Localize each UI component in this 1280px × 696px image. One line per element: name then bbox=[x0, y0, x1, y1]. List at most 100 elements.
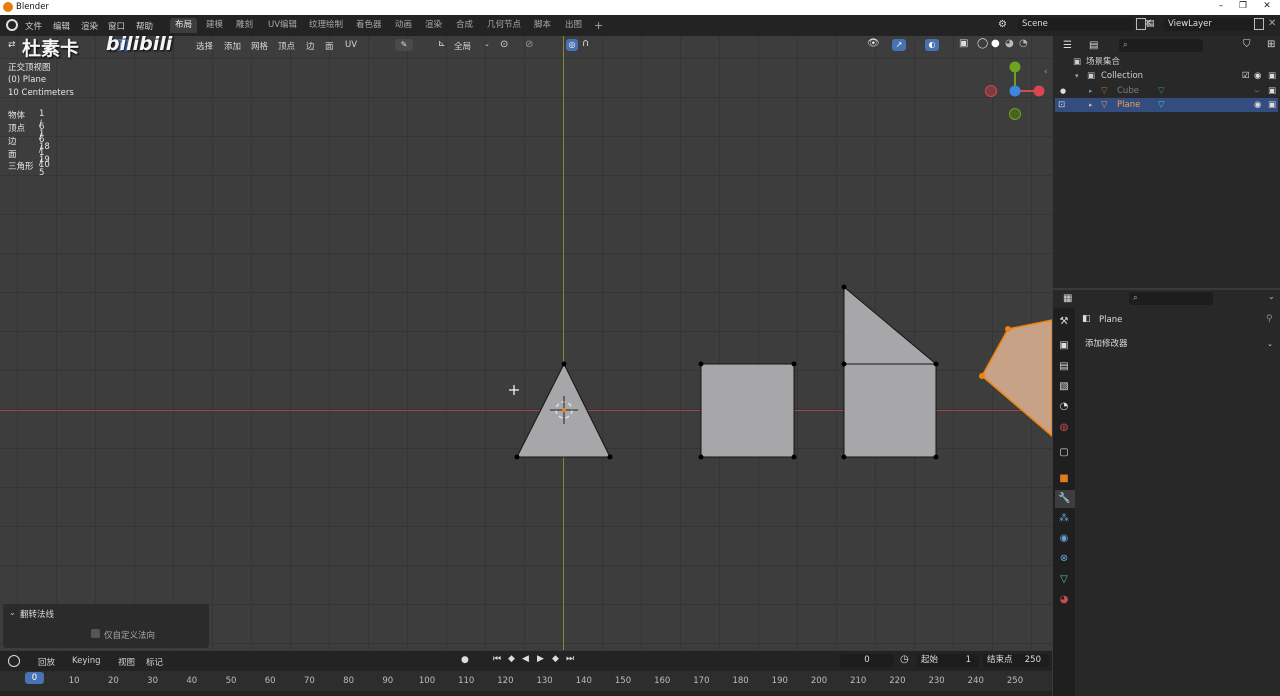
custom-normals-checkbox[interactable] bbox=[91, 629, 100, 638]
view-layer-new-icon[interactable] bbox=[1254, 18, 1264, 30]
prev-keyframe-icon[interactable]: ◆ bbox=[508, 654, 515, 664]
wireframe-shading-icon[interactable]: ◯ bbox=[977, 38, 988, 49]
tab-modeling[interactable]: 建模 bbox=[201, 18, 228, 33]
proportional-editing-icon[interactable]: ◎ bbox=[566, 39, 578, 51]
output-tab-icon[interactable]: ▤ bbox=[1058, 361, 1070, 373]
start-frame-field[interactable]: 起始 1 bbox=[917, 654, 979, 667]
menu-select[interactable]: 选择 bbox=[196, 40, 213, 52]
eye-closed-icon[interactable]: ⌣ bbox=[1254, 84, 1260, 98]
blender-menu-icon[interactable] bbox=[6, 19, 18, 31]
chevron-down-icon[interactable]: ⌄ bbox=[9, 608, 16, 617]
transform-orientation-icon[interactable]: ⊾ bbox=[438, 39, 446, 49]
camera-icon[interactable]: ▣ bbox=[1268, 98, 1276, 112]
pivot-point-icon[interactable]: ⊙ bbox=[500, 39, 508, 50]
gizmo-toggle-icon[interactable]: ↗ bbox=[892, 39, 906, 51]
scene-tab-icon[interactable]: ◔ bbox=[1058, 401, 1070, 413]
display-mode-icon[interactable]: ▤ bbox=[1089, 40, 1098, 51]
menu-playback[interactable]: 回放 bbox=[38, 656, 55, 668]
data-tab-icon[interactable]: ▽ bbox=[1058, 574, 1070, 586]
outliner-row-plane[interactable]: ⊡ ▸ ▽ Plane ▽ ◉ ▣ bbox=[1055, 98, 1278, 112]
play-reverse-icon[interactable]: ◀ bbox=[522, 654, 529, 664]
mode-selector-icon[interactable]: ⇄ bbox=[8, 40, 16, 50]
eye-icon[interactable]: ◉ bbox=[1254, 98, 1261, 112]
sidebar-toggle-icon[interactable]: ‹ bbox=[1044, 67, 1048, 77]
properties-search-input[interactable]: ⌕ bbox=[1129, 292, 1213, 305]
menu-vertex[interactable]: 顶点 bbox=[278, 40, 295, 52]
tab-rendering[interactable]: 渲染 bbox=[420, 18, 447, 33]
physics-tab-icon[interactable]: ◉ bbox=[1058, 533, 1070, 545]
object-tab-icon[interactable]: ■ bbox=[1058, 473, 1070, 485]
operator-redo-panel[interactable]: ⌄ 翻转法线 仅自定义法向 bbox=[3, 604, 209, 648]
menu-edge[interactable]: 边 bbox=[306, 40, 315, 52]
view-layer-tab-icon[interactable]: ▧ bbox=[1058, 381, 1070, 393]
camera-icon[interactable]: ▣ bbox=[1268, 84, 1276, 98]
viewport-canvas[interactable] bbox=[0, 36, 1052, 650]
menu-window[interactable]: 窗口 bbox=[108, 20, 125, 32]
eye-icon[interactable]: ◉ bbox=[1254, 69, 1261, 83]
clock-icon[interactable]: ◷ bbox=[900, 654, 909, 665]
chevron-down-icon[interactable]: ⌄ bbox=[484, 40, 490, 48]
camera-icon[interactable]: ▣ bbox=[1268, 69, 1276, 83]
material-tab-icon[interactable]: ◕ bbox=[1058, 594, 1070, 606]
snap-icon[interactable]: ⊘ bbox=[525, 39, 533, 50]
add-workspace-button[interactable]: + bbox=[589, 18, 608, 33]
render-tab-icon[interactable]: ▣ bbox=[1058, 340, 1070, 352]
chevron-down-icon[interactable]: ⌄ bbox=[1268, 292, 1275, 301]
jump-start-icon[interactable]: ⏮ bbox=[493, 654, 501, 664]
properties-editor-icon[interactable]: ▦ bbox=[1063, 293, 1072, 304]
menu-uv[interactable]: UV bbox=[345, 40, 357, 50]
menu-marker[interactable]: 标记 bbox=[146, 656, 163, 668]
view-layer-field[interactable]: ViewLayer bbox=[1164, 18, 1254, 31]
transform-orientation-dropdown[interactable]: 全局 bbox=[454, 40, 471, 52]
view-layer-icon[interactable]: ▤ bbox=[1146, 19, 1160, 31]
pin-icon[interactable]: ⚲ bbox=[1266, 314, 1273, 324]
scene-icon[interactable]: ⚙ bbox=[998, 19, 1016, 31]
menu-face[interactable]: 面 bbox=[325, 40, 334, 52]
tab-shading[interactable]: 着色器 bbox=[351, 18, 387, 33]
maximize-icon[interactable]: ❐ bbox=[1232, 1, 1254, 13]
tab-compositing[interactable]: 合成 bbox=[451, 18, 478, 33]
timeline[interactable]: 回放 Keying 视图 标记 ● ⏮ ◆ ◀ ▶ ◆ ⏭ 0 ◷ 起始 1 结束… bbox=[0, 651, 1052, 696]
world-tab-icon[interactable]: ◍ bbox=[1058, 422, 1070, 434]
eyedropper-icon[interactable]: ✎ bbox=[395, 39, 413, 51]
outliner-editor-icon[interactable]: ☰ bbox=[1063, 40, 1072, 51]
solid-shading-icon[interactable]: ● bbox=[991, 38, 1000, 49]
checkbox-icon[interactable]: ☑ bbox=[1242, 69, 1250, 83]
menu-view[interactable]: 视图 bbox=[118, 656, 135, 668]
editor-type-icon[interactable] bbox=[8, 655, 20, 667]
constraints-tab-icon[interactable]: ⊗ bbox=[1058, 553, 1070, 565]
tool-tab-icon[interactable]: ⚒ bbox=[1058, 316, 1070, 328]
menu-mesh[interactable]: 网格 bbox=[251, 40, 268, 52]
menu-help[interactable]: 帮助 bbox=[136, 20, 153, 32]
tab-sculpt[interactable]: 雕刻 bbox=[231, 18, 258, 33]
close-icon[interactable]: ✕ bbox=[1256, 1, 1278, 13]
outliner-row-scene-collection[interactable]: ▣ 场景集合 bbox=[1055, 55, 1278, 69]
scene-field[interactable]: Scene bbox=[1018, 18, 1134, 31]
outliner-search-input[interactable]: ⌕ bbox=[1119, 39, 1203, 52]
menu-keying[interactable]: Keying bbox=[72, 656, 101, 666]
jump-end-icon[interactable]: ⏭ bbox=[566, 654, 574, 664]
tab-texture-paint[interactable]: 纹理绘制 bbox=[304, 18, 348, 33]
current-frame-field[interactable]: 0 bbox=[840, 654, 894, 667]
menu-edit[interactable]: 编辑 bbox=[53, 20, 70, 32]
tab-geometry-nodes[interactable]: 几何节点 bbox=[482, 18, 526, 33]
end-frame-field[interactable]: 结束点 250 bbox=[983, 654, 1049, 667]
3d-viewport[interactable] bbox=[0, 36, 1052, 650]
overlay-toggle-icon[interactable]: ◐ bbox=[925, 39, 939, 51]
menu-file[interactable]: 文件 bbox=[25, 20, 42, 32]
minimize-icon[interactable]: – bbox=[1210, 1, 1232, 13]
tab-animation[interactable]: 动画 bbox=[390, 18, 417, 33]
add-modifier-dropdown[interactable]: 添加修改器 ⌄ bbox=[1081, 338, 1277, 351]
xray-icon[interactable]: ▣ bbox=[959, 38, 968, 49]
tab-output[interactable]: 出图 bbox=[560, 18, 587, 33]
particles-tab-icon[interactable]: ⁂ bbox=[1058, 513, 1070, 525]
menu-render[interactable]: 渲染 bbox=[81, 20, 98, 32]
tab-layout[interactable]: 布局 bbox=[170, 18, 198, 33]
collection-tab-icon[interactable]: ▢ bbox=[1058, 447, 1070, 459]
next-keyframe-icon[interactable]: ◆ bbox=[552, 654, 559, 664]
play-icon[interactable]: ▶ bbox=[537, 654, 544, 664]
modifier-tab-icon[interactable]: 🔧 bbox=[1058, 493, 1070, 505]
view-layer-close-icon[interactable]: ✕ bbox=[1268, 18, 1276, 29]
menu-add[interactable]: 添加 bbox=[224, 40, 241, 52]
falloff-icon[interactable]: ∩ bbox=[582, 38, 589, 49]
